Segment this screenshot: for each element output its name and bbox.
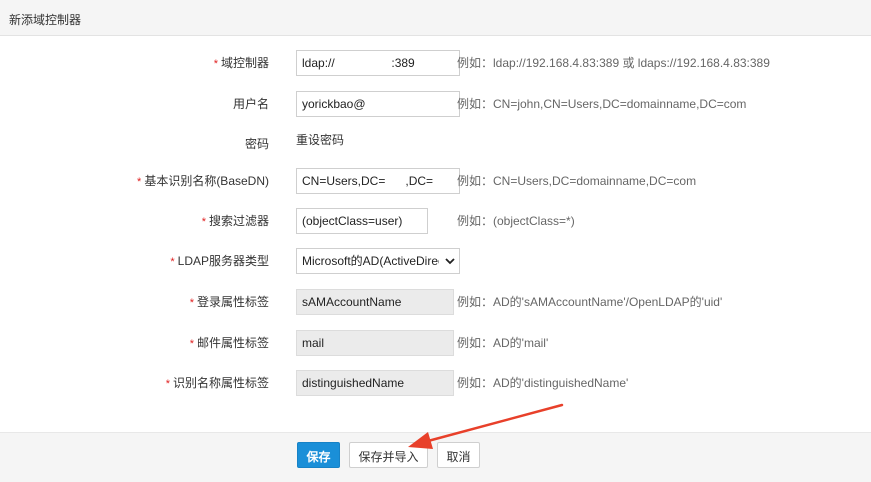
mail-attr-label: * 邮件属性标签 [189, 336, 269, 350]
mail-attr-hint: 例如：AD的'mail' [457, 336, 549, 350]
username-label: 用户名 [232, 97, 269, 111]
login-attr-label: * 登录属性标签 [189, 295, 269, 309]
cancel-button[interactable]: 取消 [437, 442, 480, 468]
controller-hint: 例如：ldap://192.168.4.83:389 或 ldaps://192… [457, 56, 770, 70]
filter-label: * 搜索过滤器 [201, 214, 269, 228]
password-label: 密码 [244, 137, 269, 151]
save-and-import-button[interactable]: 保存并导入 [349, 442, 428, 468]
basedn-hint: 例如：CN=Users,DC=domainname,DC=com [457, 174, 697, 188]
reset-password-link[interactable]: 重设密码 [296, 127, 344, 153]
login-attr-input[interactable] [296, 289, 454, 315]
filter-hint: 例如：(objectClass=*) [457, 214, 575, 228]
password-row: 密码 重设密码 [0, 130, 871, 156]
dn-attr-label: * 识别名称属性标签 [165, 376, 269, 390]
dn-attr-input[interactable] [296, 370, 454, 396]
server-type-label: * LDAP服务器类型 [170, 254, 269, 268]
mail-attr-row: *邮件属性标签 例如：AD的'mail' [0, 330, 871, 356]
dn-attr-hint: 例如：AD的'distinguishedName' [457, 376, 629, 390]
dialog-title: 新添域控制器 [9, 13, 82, 27]
controller-row: *域控制器 例如：ldap://192.168.4.83:389 或 ldaps… [0, 50, 871, 76]
dn-attr-row: *识别名称属性标签 例如：AD的'distinguishedName' [0, 370, 871, 396]
controller-label: * 域控制器 [213, 56, 269, 70]
dialog-footer [0, 432, 871, 482]
basedn-label: * 基本识别名称(BaseDN) [137, 174, 269, 188]
username-hint: 例如：CN=john,CN=Users,DC=domainname,DC=com [457, 97, 747, 111]
server-type-selected: Microsoft的AD(ActiveDirectory) [302, 254, 439, 268]
username-input[interactable] [296, 91, 460, 117]
server-type-row: *LDAP服务器类型 Microsoft的AD(ActiveDirectory) [0, 248, 871, 274]
server-type-select[interactable]: Microsoft的AD(ActiveDirectory) [296, 248, 460, 274]
login-attr-row: *登录属性标签 例如：AD的'sAMAccountName'/OpenLDAP的… [0, 289, 871, 315]
basedn-row: *基本识别名称(BaseDN) 例如：CN=Users,DC=domainnam… [0, 168, 871, 194]
required-mark: * [213, 58, 218, 70]
filter-row: *搜索过滤器 例如：(objectClass=*) [0, 208, 871, 234]
dialog-header: 新添域控制器 [0, 0, 871, 36]
basedn-input[interactable] [296, 168, 460, 194]
filter-input[interactable] [296, 208, 428, 234]
controller-input[interactable] [296, 50, 460, 76]
login-attr-hint: 例如：AD的'sAMAccountName'/OpenLDAP的'uid' [457, 295, 723, 309]
save-button[interactable]: 保存 [297, 442, 340, 468]
chevron-down-icon [445, 258, 455, 265]
username-row: 用户名 例如：CN=john,CN=Users,DC=domainname,DC… [0, 91, 871, 117]
mail-attr-input[interactable] [296, 330, 454, 356]
